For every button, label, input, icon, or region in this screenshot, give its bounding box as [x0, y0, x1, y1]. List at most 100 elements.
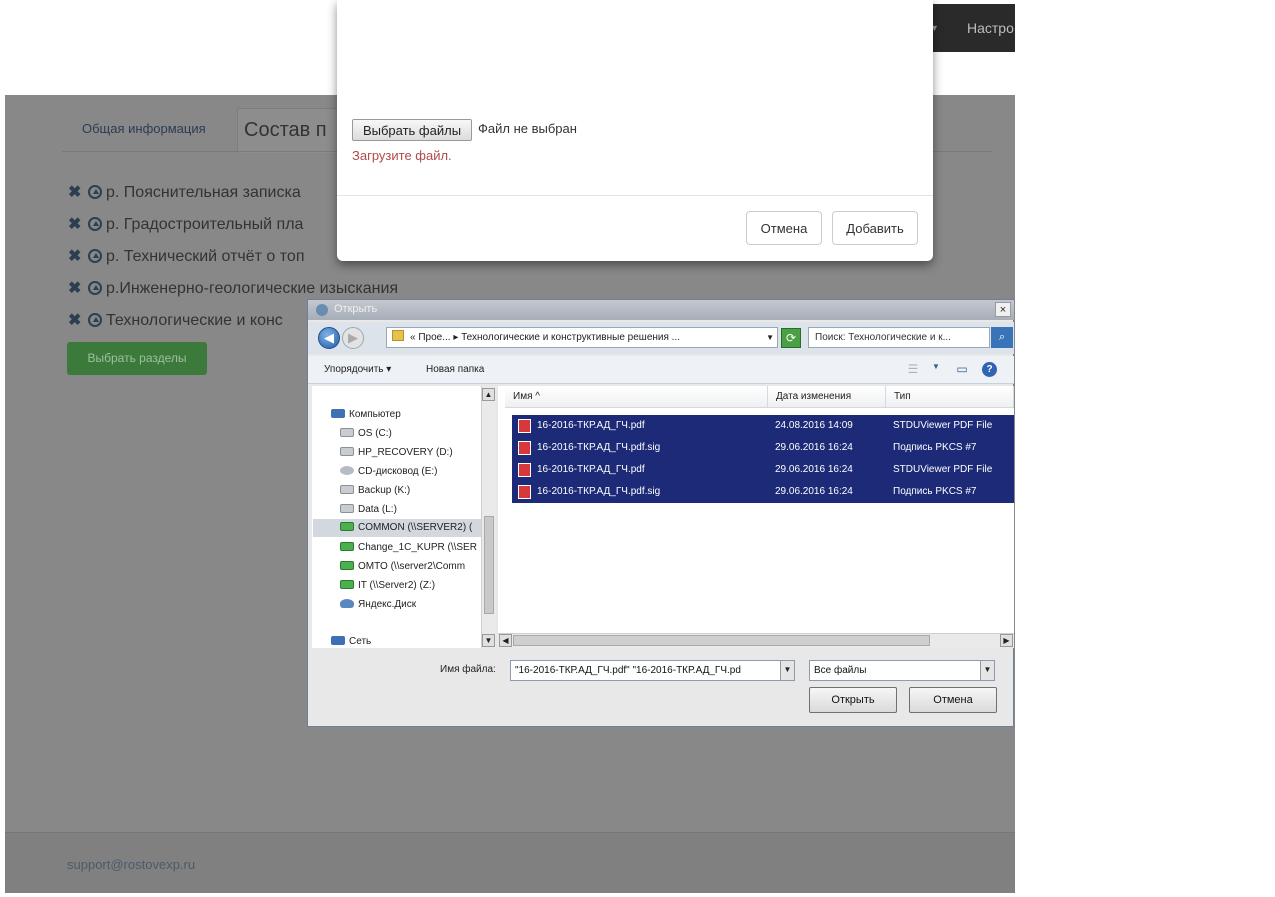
nav-item-label: OS (C:): [358, 428, 392, 439]
scroll-left-icon[interactable]: ◀: [499, 634, 512, 647]
remove-icon[interactable]: ✖: [68, 182, 82, 202]
section-item: ✖ р. Технический отчёт о топ: [68, 246, 304, 270]
dialog-close-button[interactable]: ×: [995, 302, 1011, 317]
network-drive-icon: [340, 542, 354, 551]
support-email-link[interactable]: support@rostovexp.ru: [67, 857, 195, 872]
nav-item-label: Яндекс.Диск: [358, 599, 417, 610]
network-drive-icon: [340, 580, 354, 589]
remove-icon[interactable]: ✖: [68, 310, 82, 330]
file-row[interactable]: 16-2016-ТКР.АД_ГЧ.pdf 24.08.2016 14:09 S…: [512, 415, 1014, 437]
file-date: 24.08.2016 14:09: [775, 420, 853, 431]
nav-item-omto[interactable]: OMTO (\\server2\Comm: [340, 560, 465, 574]
dialog-open-button[interactable]: Открыть: [809, 687, 897, 713]
section-item: ✖ р. Градостроительный пла: [68, 214, 303, 238]
back-arrow-icon[interactable]: ◀: [318, 327, 340, 349]
nav-item-it[interactable]: IT (\\Server2) (Z:): [340, 579, 435, 593]
dialog-titlebar[interactable]: Открыть: [308, 300, 1014, 320]
filename-input[interactable]: "16-2016-ТКР.АД_ГЧ.pdf" "16-2016-ТКР.АД_…: [510, 660, 795, 681]
view-dropdown-icon[interactable]: ▼: [928, 362, 944, 376]
modal-cancel-button[interactable]: Отмена: [746, 211, 822, 245]
search-icon[interactable]: ⌕: [991, 327, 1013, 348]
signature-file-icon: [518, 441, 531, 455]
nav-item-network[interactable]: Сеть: [331, 635, 371, 649]
choose-files-button[interactable]: Выбрать файлы: [352, 119, 472, 141]
drive-icon: [340, 447, 354, 456]
drive-icon: [340, 485, 354, 494]
modal-add-button[interactable]: Добавить: [832, 211, 918, 245]
column-header-name[interactable]: Имя ^: [505, 386, 768, 408]
nav-item-drive-e[interactable]: CD-дисковод (E:): [340, 465, 438, 479]
file-list-scrollbar-thumb[interactable]: [513, 635, 930, 646]
section-label: р.Инженерно-геологические изыскания: [106, 280, 399, 297]
column-header-type[interactable]: Тип: [886, 386, 1014, 408]
tab-general-info[interactable]: Общая информация: [82, 121, 206, 136]
file-name: 16-2016-ТКР.АД_ГЧ.pdf.sig: [537, 442, 661, 453]
file-type-select[interactable]: Все файлы: [809, 660, 995, 681]
remove-icon[interactable]: ✖: [68, 214, 82, 234]
file-name: 16-2016-ТКР.АД_ГЧ.pdf: [537, 420, 645, 431]
upload-icon[interactable]: [88, 249, 102, 263]
file-date: 29.06.2016 16:24: [775, 464, 853, 475]
pdf-file-icon: [518, 419, 531, 433]
file-type: STDUViewer PDF File: [893, 464, 993, 475]
preview-pane-icon[interactable]: ▭: [954, 362, 970, 376]
nav-item-label: Компьютер: [349, 409, 401, 420]
forward-arrow-icon[interactable]: ▶: [342, 327, 364, 349]
file-row[interactable]: 16-2016-ТКР.АД_ГЧ.pdf.sig 29.06.2016 16:…: [512, 481, 1014, 503]
filename-dropdown-icon[interactable]: ▼: [780, 661, 794, 680]
nav-item-label: HP_RECOVERY (D:): [358, 447, 453, 458]
nav-item-computer[interactable]: Компьютер: [331, 408, 401, 422]
network-icon: [331, 636, 345, 645]
choose-sections-button[interactable]: Выбрать разделы: [67, 342, 207, 375]
remove-icon[interactable]: ✖: [68, 278, 82, 298]
no-file-selected-text: Файл не выбран: [478, 121, 577, 136]
nav-item-drive-k[interactable]: Backup (K:): [340, 484, 410, 498]
folder-icon: [392, 330, 404, 341]
scroll-down-icon[interactable]: ▼: [482, 634, 495, 647]
nav-scrollbar[interactable]: [481, 386, 496, 648]
drive-icon: [340, 504, 354, 513]
upload-icon[interactable]: [88, 281, 102, 295]
top-navbar: ▼ Настро: [920, 4, 1015, 52]
nav-item-drive-d[interactable]: HP_RECOVERY (D:): [340, 446, 453, 460]
address-bar[interactable]: « Прое... ▸ Технологические и конструкти…: [386, 327, 778, 348]
dialog-cancel-button[interactable]: Отмена: [909, 687, 997, 713]
nav-item-common[interactable]: COMMON (\\SERVER2) (: [340, 521, 472, 535]
address-dropdown-icon[interactable]: ▼: [766, 328, 774, 347]
nav-item-label: Backup (K:): [358, 485, 411, 496]
dialog-title: Открыть: [334, 303, 378, 315]
nav-scrollbar-thumb[interactable]: [484, 516, 494, 614]
file-type-dropdown-icon[interactable]: ▼: [980, 661, 994, 680]
nav-item-yandex-disk[interactable]: Яндекс.Диск: [340, 598, 416, 612]
section-item: ✖ Технологические и конс: [68, 310, 283, 334]
upload-icon[interactable]: [88, 313, 102, 327]
scroll-right-icon[interactable]: ▶: [1000, 634, 1013, 647]
file-list-scrollbar[interactable]: [498, 633, 1014, 648]
nav-item-label: COMMON (\\SERVER2) (: [358, 522, 473, 533]
nav-settings-link[interactable]: Настро: [967, 20, 1014, 36]
nav-item-label: CD-дисковод (E:): [358, 466, 438, 477]
upload-icon[interactable]: [88, 217, 102, 231]
new-folder-button[interactable]: Новая папка: [426, 364, 484, 375]
nav-item-drive-c[interactable]: OS (C:): [340, 427, 392, 441]
view-options-icon[interactable]: ☰: [905, 362, 921, 376]
file-row[interactable]: 16-2016-ТКР.АД_ГЧ.pdf 29.06.2016 16:24 S…: [512, 459, 1014, 481]
column-header-date[interactable]: Дата изменения: [768, 386, 886, 408]
nav-item-label: Data (L:): [358, 504, 397, 515]
signature-file-icon: [518, 485, 531, 499]
address-path: « Прое... ▸ Технологические и конструкти…: [410, 332, 681, 343]
chrome-icon: [316, 304, 328, 316]
remove-icon[interactable]: ✖: [68, 246, 82, 266]
upload-icon[interactable]: [88, 185, 102, 199]
help-icon[interactable]: ?: [982, 362, 997, 377]
refresh-icon[interactable]: ⟳: [781, 328, 801, 348]
scroll-up-icon[interactable]: ▲: [482, 388, 495, 401]
nav-item-change-1c[interactable]: Change_1C_KUPR (\\SER: [340, 541, 477, 555]
organize-menu[interactable]: Упорядочить ▾: [324, 364, 391, 375]
network-drive-icon: [340, 561, 354, 570]
cd-drive-icon: [340, 466, 354, 475]
nav-item-drive-l[interactable]: Data (L:): [340, 503, 397, 517]
section-item: ✖ р. Пояснительная записка: [68, 182, 301, 206]
search-input[interactable]: Поиск: Технологические и к...: [808, 327, 990, 348]
file-row[interactable]: 16-2016-ТКР.АД_ГЧ.pdf.sig 29.06.2016 16:…: [512, 437, 1014, 459]
